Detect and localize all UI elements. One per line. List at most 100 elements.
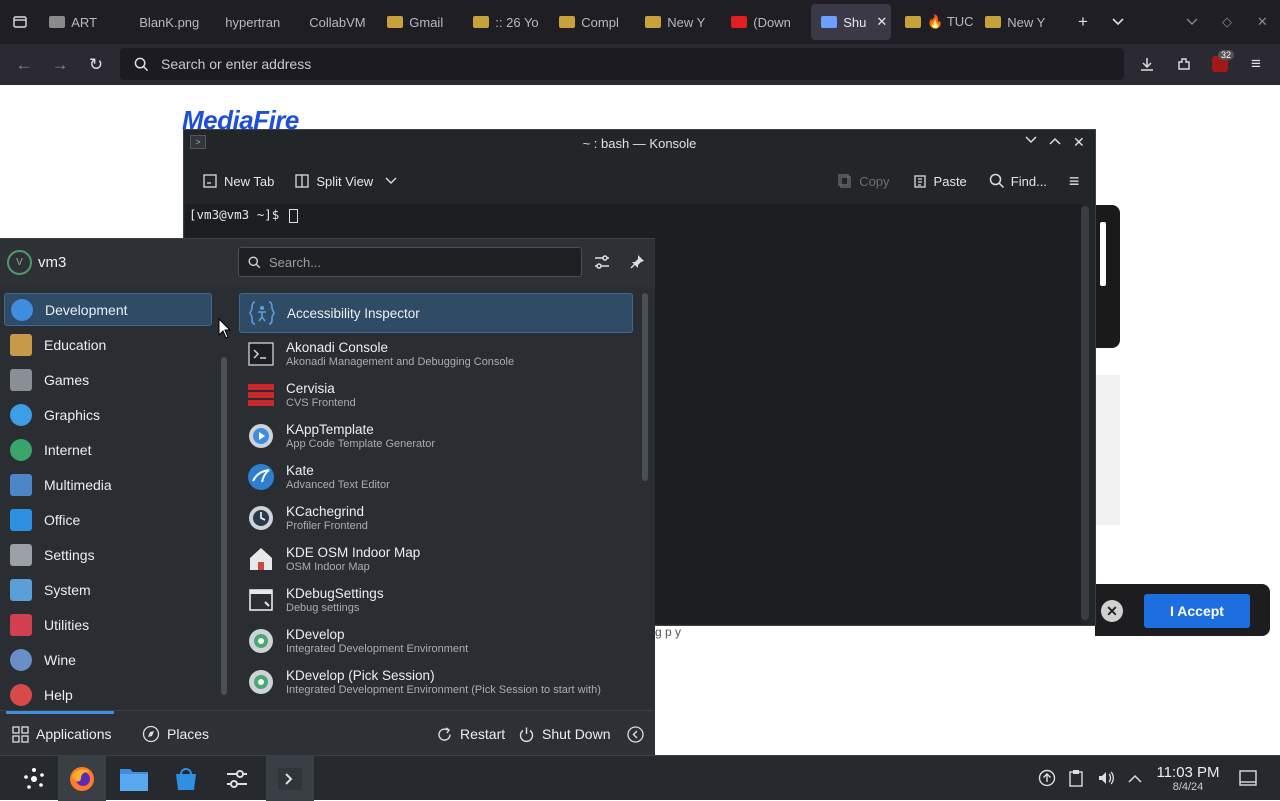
close-tab-icon[interactable]: ✕ — [876, 14, 887, 30]
downloads-icon[interactable] — [1129, 46, 1165, 82]
kde-launcher-icon[interactable] — [10, 756, 58, 801]
tray-expand-chevron-icon[interactable] — [1126, 769, 1144, 787]
copy-button[interactable]: Copy — [829, 165, 897, 197]
app-description: OSM Indoor Map — [286, 561, 370, 573]
category-development[interactable]: Development — [4, 293, 212, 326]
app-list-scrollbar[interactable] — [642, 293, 648, 481]
restart-button[interactable]: Restart — [436, 721, 505, 747]
tab-label: hypertran — [225, 14, 281, 30]
category-system[interactable]: System — [4, 573, 212, 606]
browser-tab[interactable]: Compl — [549, 0, 635, 44]
graphics-category-icon — [10, 403, 32, 426]
konsole-titlebar[interactable]: > ~ : bash — Konsole ✕ — [184, 130, 1095, 157]
tab-favicon-icon — [49, 16, 66, 28]
category-games[interactable]: Games — [4, 363, 212, 396]
close-icon[interactable]: ✕ — [1073, 134, 1085, 151]
firefox-icon[interactable] — [58, 756, 106, 801]
close-icon[interactable]: ✕ — [1101, 600, 1123, 622]
active-tab-indicator — [6, 711, 114, 714]
search-icon — [248, 255, 261, 268]
browser-tab[interactable]: ART — [39, 0, 123, 44]
maximize-window-icon[interactable]: ◇ — [1209, 4, 1244, 40]
file-manager-icon[interactable] — [110, 756, 158, 801]
tab-list-chevron-icon[interactable] — [1101, 4, 1136, 40]
extensions-icon[interactable] — [1166, 46, 1202, 82]
reload-icon[interactable]: ↻ — [78, 47, 114, 83]
app-list-item[interactable]: Akonadi Console Akonadi Management and De… — [239, 334, 633, 374]
tab-applications[interactable]: Applications — [12, 721, 112, 747]
konsole-app-icon: > — [190, 135, 206, 149]
pin-icon[interactable] — [627, 252, 647, 272]
category-utilities[interactable]: Utilities — [4, 608, 212, 641]
avatar[interactable]: V — [7, 250, 32, 275]
app-name: Kate — [286, 463, 314, 478]
discover-store-icon[interactable] — [162, 756, 210, 801]
app-list-item[interactable]: KDevelop Integrated Development Environme… — [239, 621, 633, 661]
app-list-item[interactable]: KAppTemplate App Code Template Generator — [239, 416, 633, 456]
hamburger-menu-icon[interactable]: ≡ — [1061, 165, 1088, 197]
category-scrollbar[interactable] — [221, 357, 227, 695]
clock[interactable]: 11:03 PM 8/4/24 — [1150, 764, 1226, 793]
browser-tab[interactable]: Shu ✕ — [811, 4, 892, 40]
category-graphics[interactable]: Graphics — [4, 398, 212, 431]
maximize-icon[interactable] — [1049, 133, 1061, 148]
app-list-item[interactable]: KDebugSettings Debug settings — [239, 580, 633, 620]
back-arrow-icon[interactable]: ← — [6, 47, 42, 83]
close-window-icon[interactable]: ✕ — [1245, 4, 1280, 40]
app-list-item[interactable]: Kate Advanced Text Editor — [239, 457, 633, 497]
tab-overview-icon[interactable] — [0, 4, 39, 40]
browser-tab[interactable]: 🔥 TUC — [895, 0, 975, 44]
address-bar[interactable]: Search or enter address — [120, 48, 1124, 80]
browser-tab[interactable]: BlanK.png — [123, 0, 209, 44]
find-button[interactable]: Find... — [981, 165, 1055, 197]
app-list-item[interactable]: Cervisia CVS Frontend — [239, 375, 633, 415]
konsole-icon[interactable] — [266, 756, 314, 801]
clipboard-icon[interactable] — [1067, 769, 1085, 787]
terminal-prompt: [vm3@vm3 ~]$ — [189, 207, 298, 223]
update-icon[interactable] — [1038, 769, 1056, 787]
configure-sliders-icon[interactable] — [592, 252, 612, 272]
show-desktop-icon[interactable] — [1239, 769, 1257, 787]
office-category-icon — [10, 508, 32, 531]
browser-tab[interactable]: Gmail — [377, 0, 463, 44]
category-internet[interactable]: Internet — [4, 433, 212, 466]
system-settings-icon[interactable] — [213, 756, 261, 801]
ublock-extension-icon[interactable]: 32 — [1202, 46, 1238, 82]
split-view-button[interactable]: Split View — [286, 165, 405, 197]
leave-options-chevron-icon[interactable] — [627, 721, 644, 747]
tab-places[interactable]: Places — [142, 721, 209, 747]
search-input[interactable]: Search... — [238, 247, 582, 277]
browser-tab[interactable]: hypertran — [209, 0, 293, 44]
tab-label: :: 26 Yo — [495, 14, 539, 30]
new-tab-button[interactable]: New Tab — [194, 165, 282, 197]
app-list-item[interactable]: KDE OSM Indoor Map OSM Indoor Map — [239, 539, 633, 579]
minimize-window-icon[interactable] — [1174, 4, 1209, 40]
browser-tab[interactable]: (Down — [721, 0, 807, 44]
category-education[interactable]: Education — [4, 328, 212, 361]
browser-tab[interactable]: New Y — [975, 0, 1061, 44]
menu-icon[interactable]: ≡ — [1238, 46, 1274, 82]
category-wine[interactable]: Wine — [4, 643, 212, 676]
category-label: Settings — [44, 546, 95, 563]
new-tab-label: New Tab — [224, 173, 275, 189]
category-help[interactable]: Help — [4, 678, 212, 711]
category-settings[interactable]: Settings — [4, 538, 212, 571]
browser-tab[interactable]: CollabVM — [293, 0, 377, 44]
category-multimedia[interactable]: Multimedia — [4, 468, 212, 501]
tab-label: Compl — [581, 14, 619, 30]
forward-arrow-icon[interactable]: → — [42, 47, 78, 83]
minimize-icon[interactable] — [1025, 133, 1037, 147]
browser-tab[interactable]: :: 26 Yo — [463, 0, 549, 44]
accept-button[interactable]: I Accept — [1144, 594, 1250, 628]
terminal-scrollbar[interactable] — [1081, 206, 1089, 620]
app-description: Integrated Development Environment (Pick… — [286, 684, 601, 696]
new-tab-button[interactable]: + — [1065, 4, 1100, 40]
app-list-item[interactable]: KDevelop (Pick Session) Integrated Develo… — [239, 662, 633, 702]
paste-button[interactable]: Paste — [904, 165, 975, 197]
category-office[interactable]: Office — [4, 503, 212, 536]
app-list-item[interactable]: Accessibility Inspector — [239, 293, 633, 333]
browser-tab[interactable]: New Y — [635, 0, 721, 44]
app-list-item[interactable]: KCachegrind Profiler Frontend — [239, 498, 633, 538]
volume-icon[interactable] — [1097, 769, 1115, 787]
shutdown-button[interactable]: Shut Down — [518, 721, 610, 747]
